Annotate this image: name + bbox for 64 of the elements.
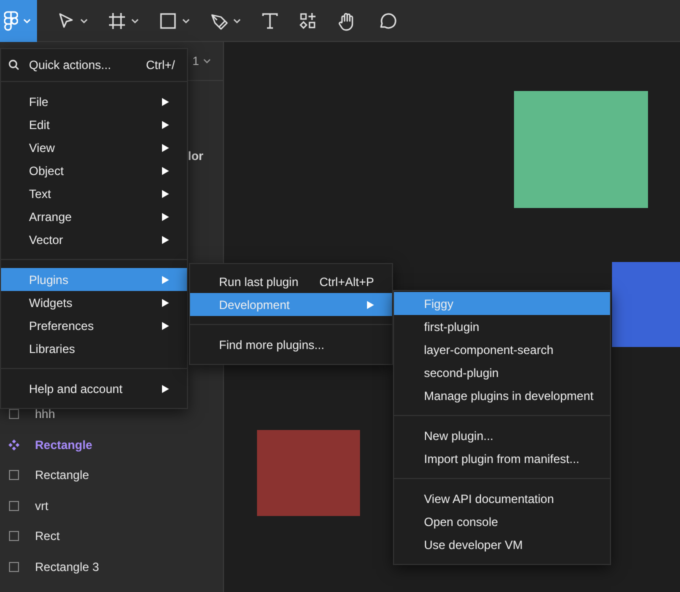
menu-item[interactable]: View [1, 136, 187, 159]
chevron-down-icon [23, 18, 31, 24]
frame-icon [108, 12, 126, 30]
layer-item[interactable]: hhh [0, 399, 223, 430]
menu-item[interactable]: first-plugin [394, 315, 610, 338]
square-icon [8, 560, 20, 573]
logo-icon [4, 10, 18, 30]
submenu-arrow-icon [162, 276, 169, 284]
chevron-down-icon [203, 58, 211, 64]
text-icon [261, 12, 279, 30]
menu-item[interactable]: New plugin... [394, 424, 610, 447]
menu-item[interactable]: Manage plugins in development [394, 384, 610, 407]
submenu-arrow-icon [162, 190, 169, 198]
menu-item[interactable]: Preferences [1, 314, 187, 337]
square-icon [8, 408, 20, 420]
menu-item[interactable]: File [1, 90, 187, 113]
menu-item[interactable]: Vector [1, 228, 187, 251]
submenu-arrow-icon [162, 298, 169, 306]
menu-item[interactable]: Import plugin from manifest... [394, 447, 610, 470]
submenu-arrow-icon [162, 120, 169, 128]
square-icon [8, 500, 20, 512]
layer-item[interactable]: Rectangle 3 [0, 552, 223, 582]
page-selector[interactable]: 1 [190, 52, 213, 70]
menu-item[interactable]: Object [1, 159, 187, 182]
submenu-arrow-icon [162, 384, 169, 392]
main-menu-button[interactable] [0, 0, 37, 42]
menu-item[interactable]: Run last plugin Ctrl+Alt+P [190, 270, 392, 293]
submenu-arrow-icon [162, 166, 169, 174]
layer-item[interactable]: Rectangle [0, 460, 223, 490]
submenu-arrow-icon [162, 144, 169, 152]
submenu-arrow-icon [162, 236, 169, 244]
submenu-arrow-icon [162, 322, 169, 330]
layer-item[interactable]: vrt [0, 490, 223, 521]
quick-actions-item[interactable]: Quick actions... Ctrl+/ [1, 49, 187, 82]
shapes-icon [299, 12, 317, 30]
chevron-down-icon [80, 18, 88, 24]
menu-item[interactable]: Use developer VM [394, 533, 610, 556]
search-icon [8, 59, 20, 71]
chevron-down-icon [182, 18, 190, 24]
property-label: lor [188, 149, 204, 163]
menu-item[interactable]: Arrange [1, 205, 187, 228]
submenu-arrow-icon [162, 98, 169, 106]
square-icon [159, 12, 177, 30]
component-icon [8, 438, 20, 451]
menu-item[interactable]: Libraries [1, 337, 187, 360]
layer-item[interactable]: Rectangle [0, 430, 223, 460]
submenu-arrow-icon [367, 300, 374, 308]
submenu-arrow-icon [162, 212, 169, 220]
menu-item[interactable]: Help and account [1, 377, 187, 400]
menu-item[interactable]: layer-component-search [394, 338, 610, 361]
layer-item[interactable]: Rect [0, 521, 223, 552]
menu-item[interactable]: Edit [1, 113, 187, 136]
menu-item[interactable]: second-plugin [394, 361, 610, 384]
square-icon [8, 530, 20, 542]
cursor-icon [57, 12, 75, 30]
menu-item[interactable]: Widgets [1, 291, 187, 314]
chevron-down-icon [131, 18, 139, 24]
menu-item[interactable]: Open console [394, 510, 610, 533]
menu-item[interactable]: Text [1, 182, 187, 205]
square-icon [8, 469, 20, 482]
menu-item[interactable]: View API documentation [394, 487, 610, 510]
chevron-down-icon [233, 18, 241, 24]
pen-icon [210, 12, 228, 30]
menu-item[interactable]: Find more plugins... [190, 333, 392, 356]
